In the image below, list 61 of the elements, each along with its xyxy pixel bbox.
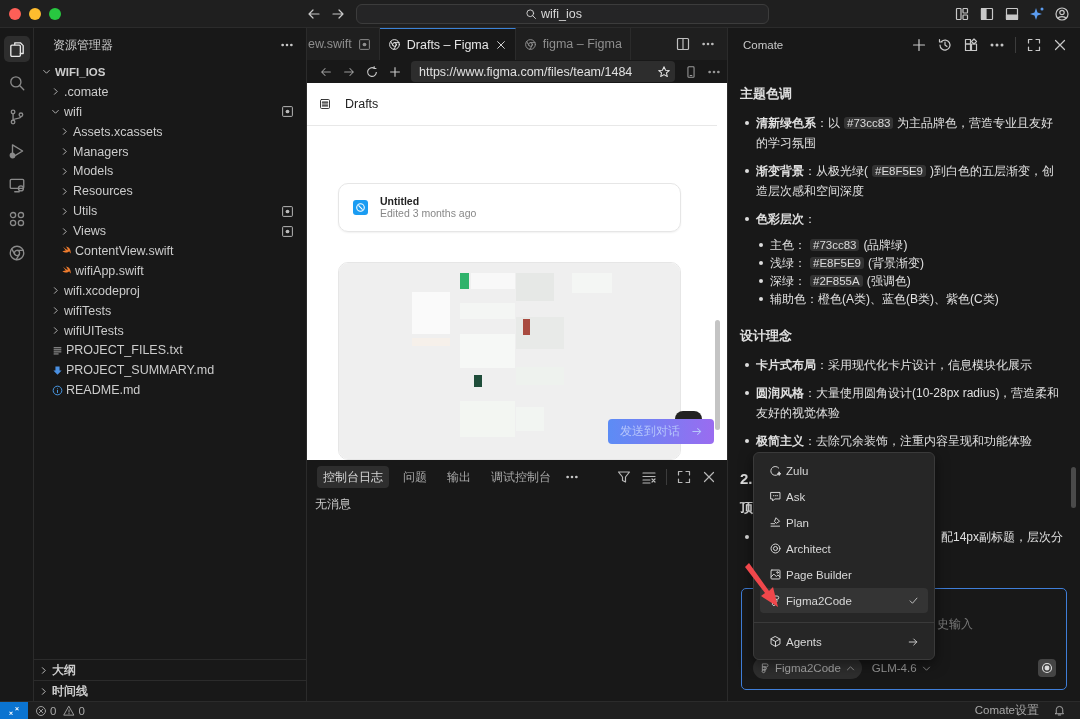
bullet-text: 极简主义：去除冗余装饰，注重内容呈现和功能体验 [756, 433, 1033, 450]
bullet-text: 主色： #73cc83 (品牌绿) [770, 237, 909, 254]
panel-title: Comate [743, 39, 785, 51]
tree-item[interactable]: wifiUITests [64, 323, 294, 338]
panel-tab[interactable]: 问题 [397, 466, 433, 488]
bullet-text: 圆润风格：大量使用圆角设计(10-28px radius)，营造柔和友好的视觉体验 [756, 385, 1061, 422]
tree-item[interactable]: Assets.xcassets [73, 124, 294, 139]
section-header[interactable]: 大纲 [52, 662, 76, 678]
warning-count[interactable]: 0 [78, 704, 85, 717]
menu-item[interactable]: Ask [760, 484, 928, 509]
tree-item[interactable]: PROJECT_FILES.txt [66, 343, 294, 358]
editor-tab[interactable]: Drafts – Figma [379, 28, 516, 60]
tree-item[interactable]: ContentView.swift [75, 243, 294, 258]
page-title: Drafts [345, 97, 379, 111]
bullet-text: 配14px副标题，层次分 [941, 529, 1064, 546]
bullet-text: 清新绿色系：以 #73cc83 为主品牌色，营造专业且友好的学习氛围 [756, 115, 1055, 152]
tree-item[interactable]: .comate [64, 84, 294, 99]
tree-item[interactable]: wifiApp.swift [75, 263, 294, 278]
tree-item[interactable]: Utils [73, 204, 279, 219]
explorer-title: 资源管理器 [53, 37, 113, 53]
tree-item[interactable]: wifi [64, 104, 279, 119]
tree-item[interactable]: Resources [73, 184, 294, 199]
menu-item[interactable]: Page Builder [760, 562, 928, 587]
menu-item[interactable]: Zulu [760, 458, 928, 483]
editor-tab[interactable]: ew.swift [307, 28, 380, 60]
section-heading: 设计理念 [740, 328, 792, 345]
section-header[interactable]: 时间线 [52, 683, 88, 699]
model-selector[interactable]: GLM-4.6 [867, 662, 936, 674]
empty-message: 无消息 [314, 497, 352, 512]
tree-item[interactable]: wifiTests [64, 303, 294, 318]
panel-tab[interactable]: 控制台日志 [317, 466, 389, 488]
file-title: Untitled [380, 195, 421, 208]
tree-item[interactable]: Models [73, 164, 294, 179]
menu-item[interactable]: Agents [760, 629, 928, 654]
error-count[interactable]: 0 [50, 704, 57, 717]
search-field[interactable]: wifi_ios [356, 3, 769, 24]
file-subtitle: Edited 3 months ago [380, 207, 477, 220]
section-heading: 主题色调 [740, 85, 792, 103]
url-field[interactable]: https://www.figma.com/files/team/1484 [411, 61, 675, 82]
bullet-text: 辅助色：橙色(A类)、蓝色(B类)、紫色(C类) [770, 291, 1000, 308]
tree-item[interactable]: WIFI_IOS [55, 65, 294, 78]
editor-tab[interactable]: figma – Figma [515, 28, 631, 60]
menu-item[interactable]: Architect [760, 536, 928, 561]
tree-item[interactable]: README.md [66, 383, 294, 398]
section-number: 2. [740, 469, 753, 489]
tree-item[interactable]: Views [73, 224, 279, 239]
section-heading: 顶 [740, 500, 753, 517]
tree-item[interactable]: Managers [73, 144, 294, 159]
bullet-text: 色彩层次： [756, 211, 817, 228]
tree-item[interactable]: PROJECT_SUMMARY.md [66, 363, 294, 378]
settings-link[interactable]: Comate设置 [974, 703, 1039, 718]
panel-tab[interactable]: 调试控制台 [485, 466, 557, 488]
bullet-text: 浅绿： #E8F5E9 (背景渐变) [770, 255, 925, 272]
file-card[interactable]: Untitled Edited 3 months ago [338, 183, 681, 232]
menu-item[interactable]: Figma2Code [760, 588, 928, 613]
bullet-text: 深绿： #2F855A (强调色) [770, 273, 912, 290]
bullet-text: 卡片式布局：采用现代化卡片设计，信息模块化展示 [756, 357, 1033, 374]
bullet-text: 渐变背景：从极光绿( #E8F5E9 )到白色的五层渐变，创造层次感和空间深度 [756, 163, 1055, 200]
tree-item[interactable]: wifi.xcodeproj [64, 283, 294, 298]
menu-item[interactable]: Plan [760, 510, 928, 535]
panel-tab[interactable]: 输出 [441, 466, 477, 488]
